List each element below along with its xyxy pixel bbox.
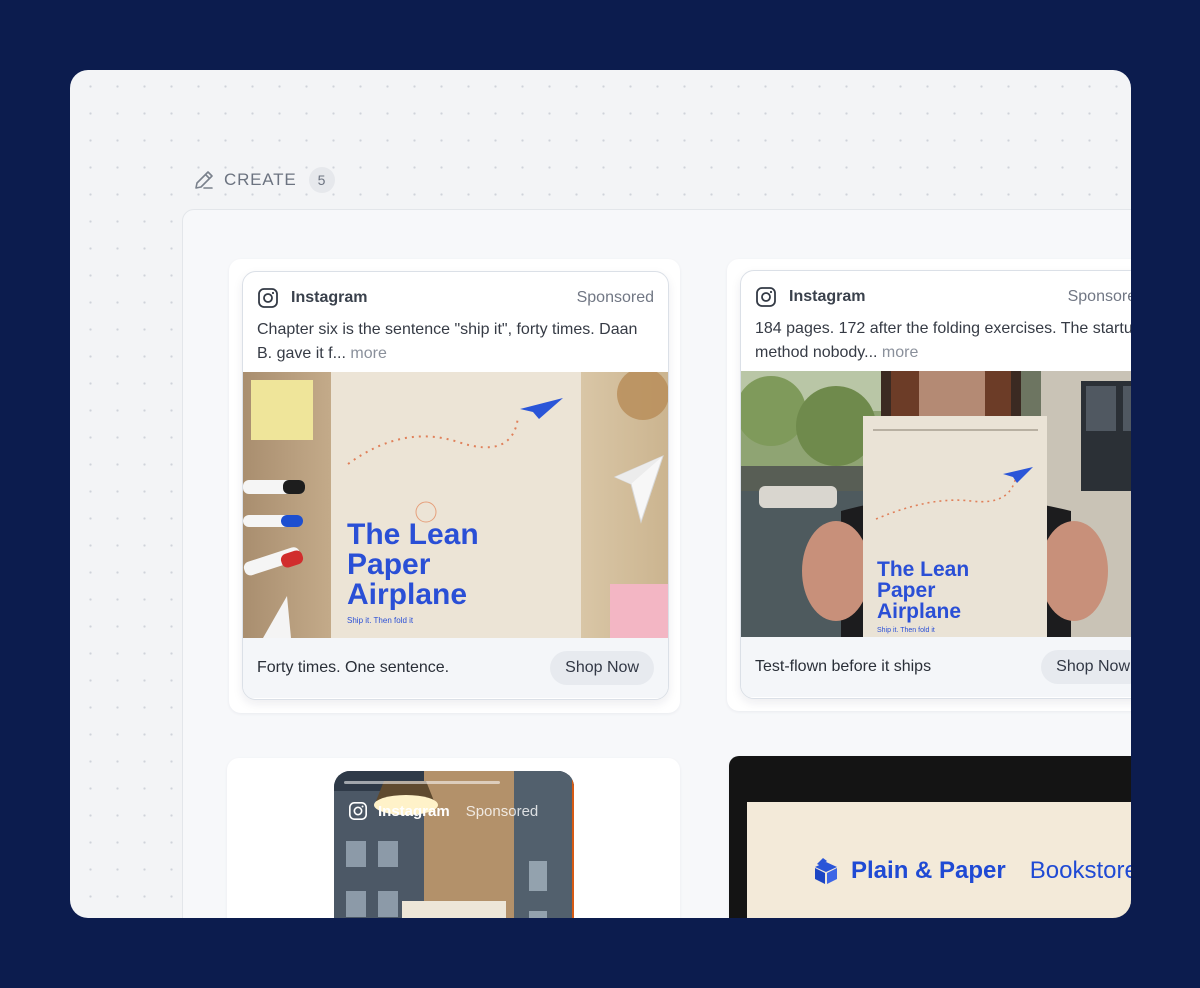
story-sponsored: Sponsored <box>465 802 539 820</box>
sponsored-label: Sponsored <box>1067 288 1131 305</box>
instagram-icon <box>756 287 776 307</box>
ad-image-person-holding-book: The Lean Paper Airplane Ship it. Then fo… <box>741 371 1131 637</box>
ad-header: Instagram Sponsored <box>741 271 1131 311</box>
ad-brand-name: Instagram <box>789 288 866 305</box>
ad-headline: Forty times. One sentence. <box>257 659 450 676</box>
ad-footer: Test-flown before it ships Shop Now <box>741 637 1131 697</box>
instagram-ad-card[interactable]: Instagram Sponsored Chapter six is the s… <box>242 271 669 700</box>
book-title: The Lean Paper Airplane <box>347 518 479 611</box>
ad-headline: Test-flown before it ships <box>755 658 932 675</box>
caption-text: 184 pages. 172 after the folding exercis… <box>755 320 1131 361</box>
story-photo <box>334 771 574 918</box>
bookstore-banner[interactable]: Plain & Paper Bookstore <box>747 802 1131 918</box>
ad-image-flatlay: The Lean Paper Airplane Ship it. Then fo… <box>243 372 668 638</box>
shop-now-button[interactable]: Shop Now <box>550 651 654 685</box>
instagram-icon <box>349 802 367 820</box>
sponsored-label: Sponsored <box>576 289 654 306</box>
create-section-header: CREATE 5 <box>192 167 335 193</box>
creative-board: Instagram Sponsored Chapter six is the s… <box>182 209 1131 918</box>
story-progress-bar <box>344 781 500 784</box>
app-window: CREATE 5 Instagram Sponsored Chapter six… <box>70 70 1131 918</box>
ad-caption: Chapter six is the sentence "ship it", f… <box>243 312 668 372</box>
shop-now-button[interactable]: Shop Now <box>1041 650 1131 684</box>
create-label: CREATE <box>224 170 297 189</box>
more-link[interactable]: more <box>350 345 386 362</box>
book-tagline: Ship it. Then fold it <box>347 616 414 625</box>
logo-text: Plain & Paper <box>851 857 1006 884</box>
logo-subtitle: Bookstore <box>1029 857 1131 884</box>
count-badge: 5 <box>308 167 335 193</box>
ad-brand-name: Instagram <box>291 289 368 306</box>
ad-footer: Forty times. One sentence. Shop Now <box>243 638 668 698</box>
instagram-icon <box>258 288 278 308</box>
more-link[interactable]: more <box>882 344 918 361</box>
ad-header: Instagram Sponsored <box>243 272 668 312</box>
story-header: Instagram Sponsored <box>348 801 538 821</box>
story-brand: Instagram <box>378 802 450 820</box>
ad-caption: 184 pages. 172 after the folding exercis… <box>741 311 1131 371</box>
plain-paper-logo-icon <box>815 858 837 884</box>
instagram-ad-card[interactable]: Instagram Sponsored 184 pages. 172 after… <box>740 270 1131 699</box>
plain-paper-logo: Plain & Paper Bookstore <box>813 857 1131 885</box>
pencil-icon <box>195 171 213 189</box>
book-title: The Lean Paper Airplane <box>877 558 970 623</box>
caption-text: Chapter six is the sentence "ship it", f… <box>257 321 638 362</box>
book-tagline: Ship it. Then fold it <box>877 627 935 634</box>
instagram-story-ad[interactable]: Instagram Sponsored <box>334 771 574 918</box>
